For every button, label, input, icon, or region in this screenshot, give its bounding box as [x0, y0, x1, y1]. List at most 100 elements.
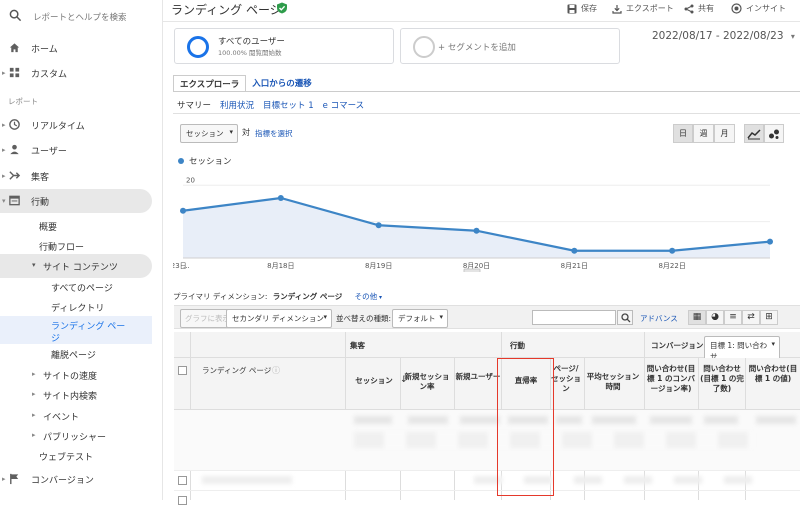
tab-explorer[interactable]: エクスプローラ — [173, 75, 247, 91]
table-search-input[interactable] — [532, 310, 616, 325]
chevron-down-icon: ▾ — [790, 32, 795, 41]
verified-shield-icon — [277, 2, 287, 14]
sidebar-item-label: サイト内検索 — [43, 392, 98, 402]
table-row[interactable] — [174, 490, 800, 510]
table-view-icon[interactable]: ▦ — [688, 310, 706, 325]
date-range-text: 2022/08/17 - 2022/08/23 — [652, 30, 784, 42]
expand-arrow-icon: ▸ — [2, 146, 6, 154]
metric-dropdown-label: セッション — [186, 129, 224, 138]
select-metric-link[interactable]: 指標を選択 — [255, 128, 293, 139]
sidebar-item-behavior[interactable]: ▾ 行動 — [0, 189, 152, 213]
sidebar-item-label: ディレクトリ — [51, 304, 105, 314]
save-button[interactable]: 保存 — [567, 3, 597, 14]
sidebar-item-label: 行動 — [31, 198, 50, 208]
add-segment-button[interactable]: + セグメントを追加 — [400, 28, 620, 64]
other-dimension-link[interactable]: その他 — [355, 292, 378, 301]
pivot-view-icon[interactable]: ⊞ — [760, 310, 778, 325]
secondary-dimension-dropdown[interactable]: セカンダリ ディメンション ▾ — [226, 309, 332, 328]
sidebar-item-users[interactable]: ▸ ユーザー — [0, 138, 152, 162]
search-icon — [621, 313, 631, 323]
vs-label: 対 — [242, 128, 250, 137]
sidebar-item-conversions[interactable]: ▸ コンバージョン — [0, 467, 152, 491]
sort-type-dropdown[interactable]: デフォルト ▾ — [392, 309, 448, 328]
col-sessions[interactable]: セッション — [350, 376, 398, 386]
expand-arrow-icon: ▸ — [2, 172, 6, 180]
tab-entrance-paths[interactable]: 入口からの遷移 — [246, 75, 318, 91]
data-point[interactable] — [375, 222, 382, 229]
sidebar-item-landing-pages[interactable]: ランディング ペー ジ — [0, 316, 152, 344]
legend-dot — [178, 158, 184, 164]
table-column-header: ランディング ページ ⓘ セッション ↓ 新規セッション率 新規ユーザー 直帰率… — [174, 358, 800, 410]
col-landing-page[interactable]: ランディング ページ — [202, 366, 271, 376]
data-point[interactable] — [767, 238, 773, 245]
search-icon — [9, 9, 22, 22]
blurred-value — [704, 416, 738, 424]
pie-view-icon[interactable]: ◕ — [706, 310, 724, 325]
motion-chart-toggle[interactable] — [764, 124, 784, 143]
data-point[interactable] — [277, 195, 284, 201]
data-point[interactable] — [473, 227, 480, 234]
sidebar-item-label: イベント — [43, 413, 80, 423]
data-point[interactable] — [669, 247, 676, 254]
reports-section-label: レポート — [8, 97, 38, 106]
bounce-rate-highlight-box — [497, 358, 554, 496]
segment-all-users[interactable]: すべてのユーザー 100.00% 閲覧開始数 — [174, 28, 394, 64]
export-button[interactable]: エクスポート — [612, 3, 674, 14]
data-point[interactable] — [571, 247, 578, 254]
date-range-picker[interactable]: 2022/08/17 - 2022/08/23 ▾ — [652, 30, 795, 42]
sort-type-value: デフォルト — [398, 314, 436, 323]
search-placeholder: レポートとヘルプを検索 — [33, 13, 127, 23]
granularity-day-button[interactable]: 日 — [673, 124, 693, 143]
col-new-session-rate[interactable]: 新規セッション率 — [402, 372, 452, 392]
chevron-down-icon: ▾ — [229, 128, 233, 136]
line-chart-toggle[interactable] — [744, 124, 764, 143]
subnav-ecommerce[interactable]: e コマース — [323, 99, 365, 111]
sidebar-item-home[interactable]: ホーム — [0, 36, 152, 60]
granularity-week-button[interactable]: 週 — [693, 124, 714, 143]
blurred-subtext — [354, 432, 754, 448]
metric-dropdown[interactable]: セッション ▾ — [180, 124, 238, 143]
bar-view-icon[interactable]: ≡ — [724, 310, 742, 325]
collapse-arrow-icon: ▾ — [2, 197, 6, 205]
sidebar-item-label: リアルタイム — [31, 122, 85, 132]
sidebar-search[interactable]: レポートとヘルプを検索 — [0, 0, 163, 32]
sidebar-item-label: サイト コンテンツ — [43, 263, 118, 273]
sidebar-item-realtime[interactable]: ▸ リアルタイム — [0, 113, 152, 137]
subnav-usage[interactable]: 利用状況 — [220, 99, 254, 111]
row-checkbox[interactable] — [178, 496, 187, 505]
sidebar-item-custom[interactable]: ▸ カスタム — [0, 61, 152, 85]
select-all-checkbox[interactable] — [178, 366, 187, 375]
sidebar-item-experiments[interactable]: ウェブテスト — [0, 444, 152, 468]
col-pages-per-session[interactable]: ページ/セッション — [551, 364, 581, 394]
share-button[interactable]: 共有 — [684, 3, 714, 14]
export-label: エクスポート — [626, 4, 674, 13]
insights-button[interactable]: インサイト — [731, 3, 786, 14]
data-point[interactable] — [180, 207, 186, 214]
col-new-users[interactable]: 新規ユーザー — [455, 372, 501, 382]
blurred-value — [354, 416, 392, 424]
table-search-button[interactable] — [617, 310, 633, 325]
granularity-month-button[interactable]: 月 — [714, 124, 735, 143]
group-acquisition: 集客 — [350, 341, 365, 350]
advanced-filter-link[interactable]: アドバンス — [640, 313, 678, 324]
save-label: 保存 — [581, 4, 597, 13]
subnav-goal-set[interactable]: 目標セット 1 — [263, 99, 314, 111]
behavior-icon — [9, 195, 20, 206]
sidebar-item-acquisition[interactable]: ▸ 集客 — [0, 164, 152, 188]
row-checkbox[interactable] — [178, 476, 187, 485]
col-avg-session-duration[interactable]: 平均セッション時間 — [586, 372, 640, 392]
blurred-value — [556, 416, 582, 424]
table-row[interactable] — [174, 470, 800, 490]
col-goal-conversion-rate[interactable]: 問い合わせ(目標 1 のコンバージョン率) — [644, 364, 698, 394]
tab-underline — [173, 91, 800, 92]
sidebar-item-label: 集客 — [31, 173, 50, 183]
explorer-subnav: サマリー 利用状況 目標セット 1 e コマース — [177, 99, 364, 111]
col-goal-value[interactable]: 問い合わせ(目標 1 の値) — [746, 364, 800, 384]
chart-resize-handle[interactable] — [463, 268, 481, 272]
legend-label: セッション — [189, 157, 232, 167]
comparison-view-icon[interactable]: ⇄ — [742, 310, 760, 325]
col-goal-completions[interactable]: 問い合わせ(目標 1 の完了数) — [700, 364, 744, 394]
subnav-summary[interactable]: サマリー — [177, 99, 211, 111]
sidebar-item-label-line1: ランディング ペー — [51, 322, 126, 332]
sidebar-item-label: カスタム — [31, 70, 68, 80]
